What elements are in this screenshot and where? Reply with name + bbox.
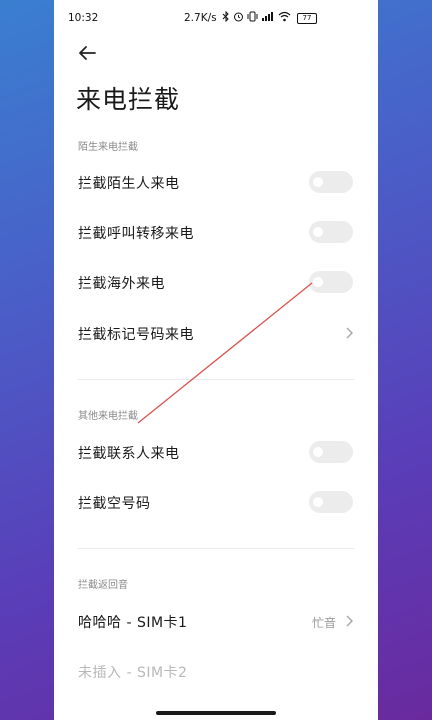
signal-icon — [261, 11, 275, 26]
home-indicator[interactable] — [156, 711, 276, 715]
setting-row-sim2-tone: 未插入 - SIM卡2 — [54, 651, 378, 691]
toggle-switch[interactable] — [309, 491, 353, 513]
section-divider — [78, 548, 354, 549]
toggle-switch[interactable] — [309, 271, 353, 293]
toggle-knob — [313, 497, 323, 507]
toggle-knob — [313, 177, 323, 187]
setting-label: 拦截空号码 — [78, 496, 151, 512]
toggle-knob — [313, 447, 323, 457]
setting-row-block-contacts[interactable]: 拦截联系人来电 — [54, 432, 378, 472]
setting-label: 哈哈哈 - SIM卡1 — [78, 615, 188, 631]
back-button[interactable] — [76, 42, 98, 64]
status-bar: 10:32 2.7K/s 77 — [54, 0, 378, 36]
section-divider — [78, 379, 354, 380]
setting-label: 拦截标记号码来电 — [78, 327, 194, 343]
section-header-return-tone: 拦截返回音 — [78, 580, 128, 591]
toggle-switch[interactable] — [309, 221, 353, 243]
status-time: 10:32 — [68, 12, 99, 24]
setting-row-block-overseas[interactable]: 拦截海外来电 — [54, 262, 378, 302]
bluetooth-icon — [222, 10, 230, 26]
wifi-icon — [278, 11, 291, 26]
setting-value: 忙音 — [312, 616, 337, 630]
setting-row-sim1-tone[interactable]: 哈哈哈 - SIM卡1 忙音 — [54, 601, 378, 641]
setting-label: 拦截陌生人来电 — [78, 176, 180, 192]
setting-label: 拦截海外来电 — [78, 276, 165, 292]
toggle-switch[interactable] — [309, 441, 353, 463]
page-title: 来电拦截 — [76, 85, 181, 114]
phone-screen: 10:32 2.7K/s 77 来电拦截 陌生来电拦截 拦截陌生人来电 拦截呼叫… — [54, 0, 378, 720]
section-header-stranger: 陌生来电拦截 — [78, 142, 138, 153]
battery-indicator: 77 — [297, 13, 317, 24]
setting-label: 未插入 - SIM卡2 — [78, 665, 188, 681]
chevron-right-icon — [344, 613, 354, 632]
network-speed: 2.7K/s — [184, 12, 217, 24]
setting-row-block-empty-numbers[interactable]: 拦截空号码 — [54, 482, 378, 522]
alarm-icon — [233, 11, 244, 26]
setting-label: 拦截联系人来电 — [78, 446, 180, 462]
setting-row-block-strangers[interactable]: 拦截陌生人来电 — [54, 162, 378, 202]
vibrate-icon — [247, 11, 258, 26]
setting-row-block-forwarded[interactable]: 拦截呼叫转移来电 — [54, 212, 378, 252]
toggle-knob — [313, 277, 323, 287]
setting-row-block-marked[interactable]: 拦截标记号码来电 — [54, 313, 378, 353]
setting-label: 拦截呼叫转移来电 — [78, 226, 194, 242]
arrow-left-icon — [79, 46, 96, 60]
status-icons: 77 — [222, 10, 317, 26]
chevron-right-icon — [344, 325, 354, 344]
toggle-switch[interactable] — [309, 171, 353, 193]
toggle-knob — [313, 227, 323, 237]
section-header-other: 其他来电拦截 — [78, 411, 138, 422]
